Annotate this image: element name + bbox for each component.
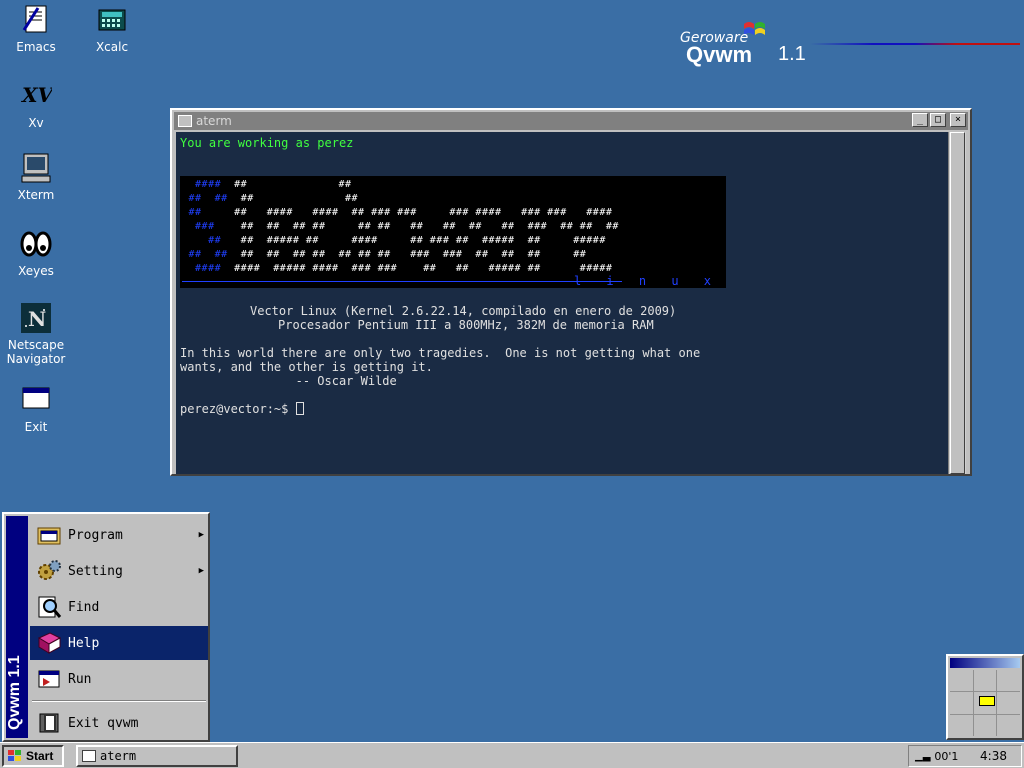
- desktop-icon-label: Emacs: [16, 40, 56, 54]
- desktop-icon-label: Xcalc: [95, 40, 129, 54]
- pager-cell[interactable]: [973, 670, 997, 692]
- menu-item-label: Run: [68, 671, 92, 687]
- submenu-arrow-icon: ▶: [198, 566, 204, 576]
- menu-item-label: Setting: [68, 563, 123, 579]
- submenu-arrow-icon: ▶: [198, 530, 204, 540]
- taskbar: Start aterm ▁▃ 00'1 4:38: [0, 742, 1024, 768]
- help-book-icon: [36, 630, 62, 656]
- taskbar-item-label: aterm: [100, 749, 137, 763]
- menu-item-find[interactable]: Find: [30, 590, 208, 624]
- banner-tag: l i n u x: [573, 274, 720, 288]
- pager-cell[interactable]: [973, 714, 997, 736]
- pager-cell[interactable]: [997, 714, 1020, 736]
- window-titlebar[interactable]: aterm _ □ ×: [174, 112, 968, 130]
- qvwm-logo: Geroware Qvwm 1.1: [680, 18, 1020, 68]
- pager-cell[interactable]: [950, 670, 973, 692]
- start-button[interactable]: Start: [2, 745, 64, 767]
- terminal-prompt: perez@vector:~$: [180, 402, 296, 416]
- logo-rule: [810, 43, 1020, 45]
- close-button[interactable]: ×: [950, 113, 966, 127]
- terminal-greeting: You are working as perez: [180, 136, 354, 150]
- menu-item-program[interactable]: Program ▶: [30, 518, 208, 552]
- settings-gears-icon: [36, 558, 62, 584]
- menu-separator: [32, 700, 206, 702]
- minimize-button[interactable]: _: [912, 113, 928, 127]
- desktop-icon-label: Xeyes: [18, 264, 54, 278]
- terminal-cursor: [295, 402, 304, 415]
- terminal-quote-line: In this world there are only two tragedi…: [180, 346, 701, 360]
- desktop-icon-label: Xv: [28, 116, 44, 130]
- desktop-icon-exit[interactable]: Exit: [0, 384, 72, 434]
- logo-version: 1.1: [778, 43, 806, 65]
- terminal-area[interactable]: You are working as perez #### ## ## ## #…: [176, 132, 948, 474]
- pager-cell-active[interactable]: [973, 692, 997, 714]
- vector-linux-banner: #### ## ## ## ## ## ## ## ## #### #### #…: [180, 176, 726, 288]
- calculator-icon: [96, 4, 128, 36]
- terminal-info-line: Vector Linux (Kernel 2.6.22.14, compilad…: [250, 304, 677, 318]
- menu-item-label: Find: [68, 599, 100, 615]
- terminal-icon: [20, 152, 52, 184]
- desktop-icon-xeyes[interactable]: Xeyes: [0, 228, 72, 278]
- menu-item-label: Help: [68, 635, 100, 651]
- svg-text:XV: XV: [20, 83, 52, 107]
- run-icon: [36, 666, 62, 692]
- start-menu-sidebar: Qvwm 1.1: [6, 516, 28, 738]
- tray-indicator[interactable]: 00'1: [934, 750, 958, 763]
- svg-text:N: N: [28, 307, 46, 331]
- tray-monitor-icon[interactable]: ▁▃: [915, 751, 930, 762]
- pager-cell[interactable]: [997, 670, 1020, 692]
- window-app-icon[interactable]: [178, 115, 192, 127]
- taskbar-item-aterm[interactable]: aterm: [76, 745, 238, 767]
- window-title: aterm: [196, 114, 232, 128]
- emacs-icon: [20, 4, 52, 36]
- desktop-icon-netscape[interactable]: N Netscape Navigator: [0, 302, 72, 366]
- menu-item-help[interactable]: Help: [30, 626, 208, 660]
- desktop-icon-label: Exit: [24, 420, 48, 434]
- netscape-icon: N: [20, 302, 52, 334]
- desktop-icon-emacs[interactable]: Emacs: [0, 4, 72, 54]
- aterm-window[interactable]: aterm _ □ × You are working as perez ###…: [170, 108, 972, 476]
- magnifier-icon: [36, 594, 62, 620]
- xv-icon: XV: [20, 80, 56, 112]
- desktop-icon-xv[interactable]: XV Xv: [0, 80, 72, 130]
- banner-underline: [182, 281, 622, 282]
- terminal-scrollbar[interactable]: [948, 132, 966, 474]
- menu-item-run[interactable]: Run: [30, 662, 208, 696]
- windows-flag-icon: [7, 749, 23, 763]
- menu-item-setting[interactable]: Setting ▶: [30, 554, 208, 588]
- pager-titlebar: [950, 658, 1020, 668]
- terminal-info-line: Procesador Pentium III a 800MHz, 382M de…: [278, 318, 654, 332]
- exit-qvwm-icon: [36, 710, 62, 736]
- desktop-icon-xterm[interactable]: Xterm: [0, 152, 72, 202]
- program-folder-icon: [36, 522, 62, 548]
- desktop-icon-xcalc[interactable]: Xcalc: [76, 4, 148, 54]
- eyes-icon: [20, 228, 52, 260]
- desktop-pager[interactable]: [946, 654, 1024, 740]
- pager-cell[interactable]: [950, 692, 973, 714]
- menu-item-exit-qvwm[interactable]: Exit qvwm: [30, 706, 208, 740]
- clock[interactable]: 4:38: [980, 749, 1007, 763]
- terminal-icon: [82, 750, 96, 762]
- terminal-quote-line: -- Oscar Wilde: [180, 374, 397, 388]
- scrollbar-thumb[interactable]: [950, 132, 965, 474]
- terminal-quote-line: wants, and the other is getting it.: [180, 360, 433, 374]
- desktop-icon-label: Netscape Navigator: [6, 338, 66, 366]
- pager-cell[interactable]: [997, 692, 1020, 714]
- logo-product: Qvwm: [686, 42, 753, 67]
- menu-item-label: Program: [68, 527, 123, 543]
- start-button-label: Start: [26, 749, 54, 763]
- exit-window-icon: [20, 384, 52, 416]
- pager-window-thumbnail[interactable]: [978, 696, 995, 707]
- start-menu-sidebar-title: Qvwm 1.1: [6, 655, 23, 730]
- desktop-icon-label: Xterm: [17, 188, 55, 202]
- terminal-prompt-line[interactable]: perez@vector:~$: [180, 402, 304, 416]
- system-tray: ▁▃ 00'1 4:38: [908, 745, 1022, 767]
- start-menu[interactable]: Qvwm 1.1 Program ▶ Setting ▶ Find Help R…: [2, 512, 210, 742]
- pager-cell[interactable]: [950, 714, 973, 736]
- maximize-button[interactable]: □: [930, 113, 946, 127]
- menu-item-label: Exit qvwm: [68, 715, 139, 731]
